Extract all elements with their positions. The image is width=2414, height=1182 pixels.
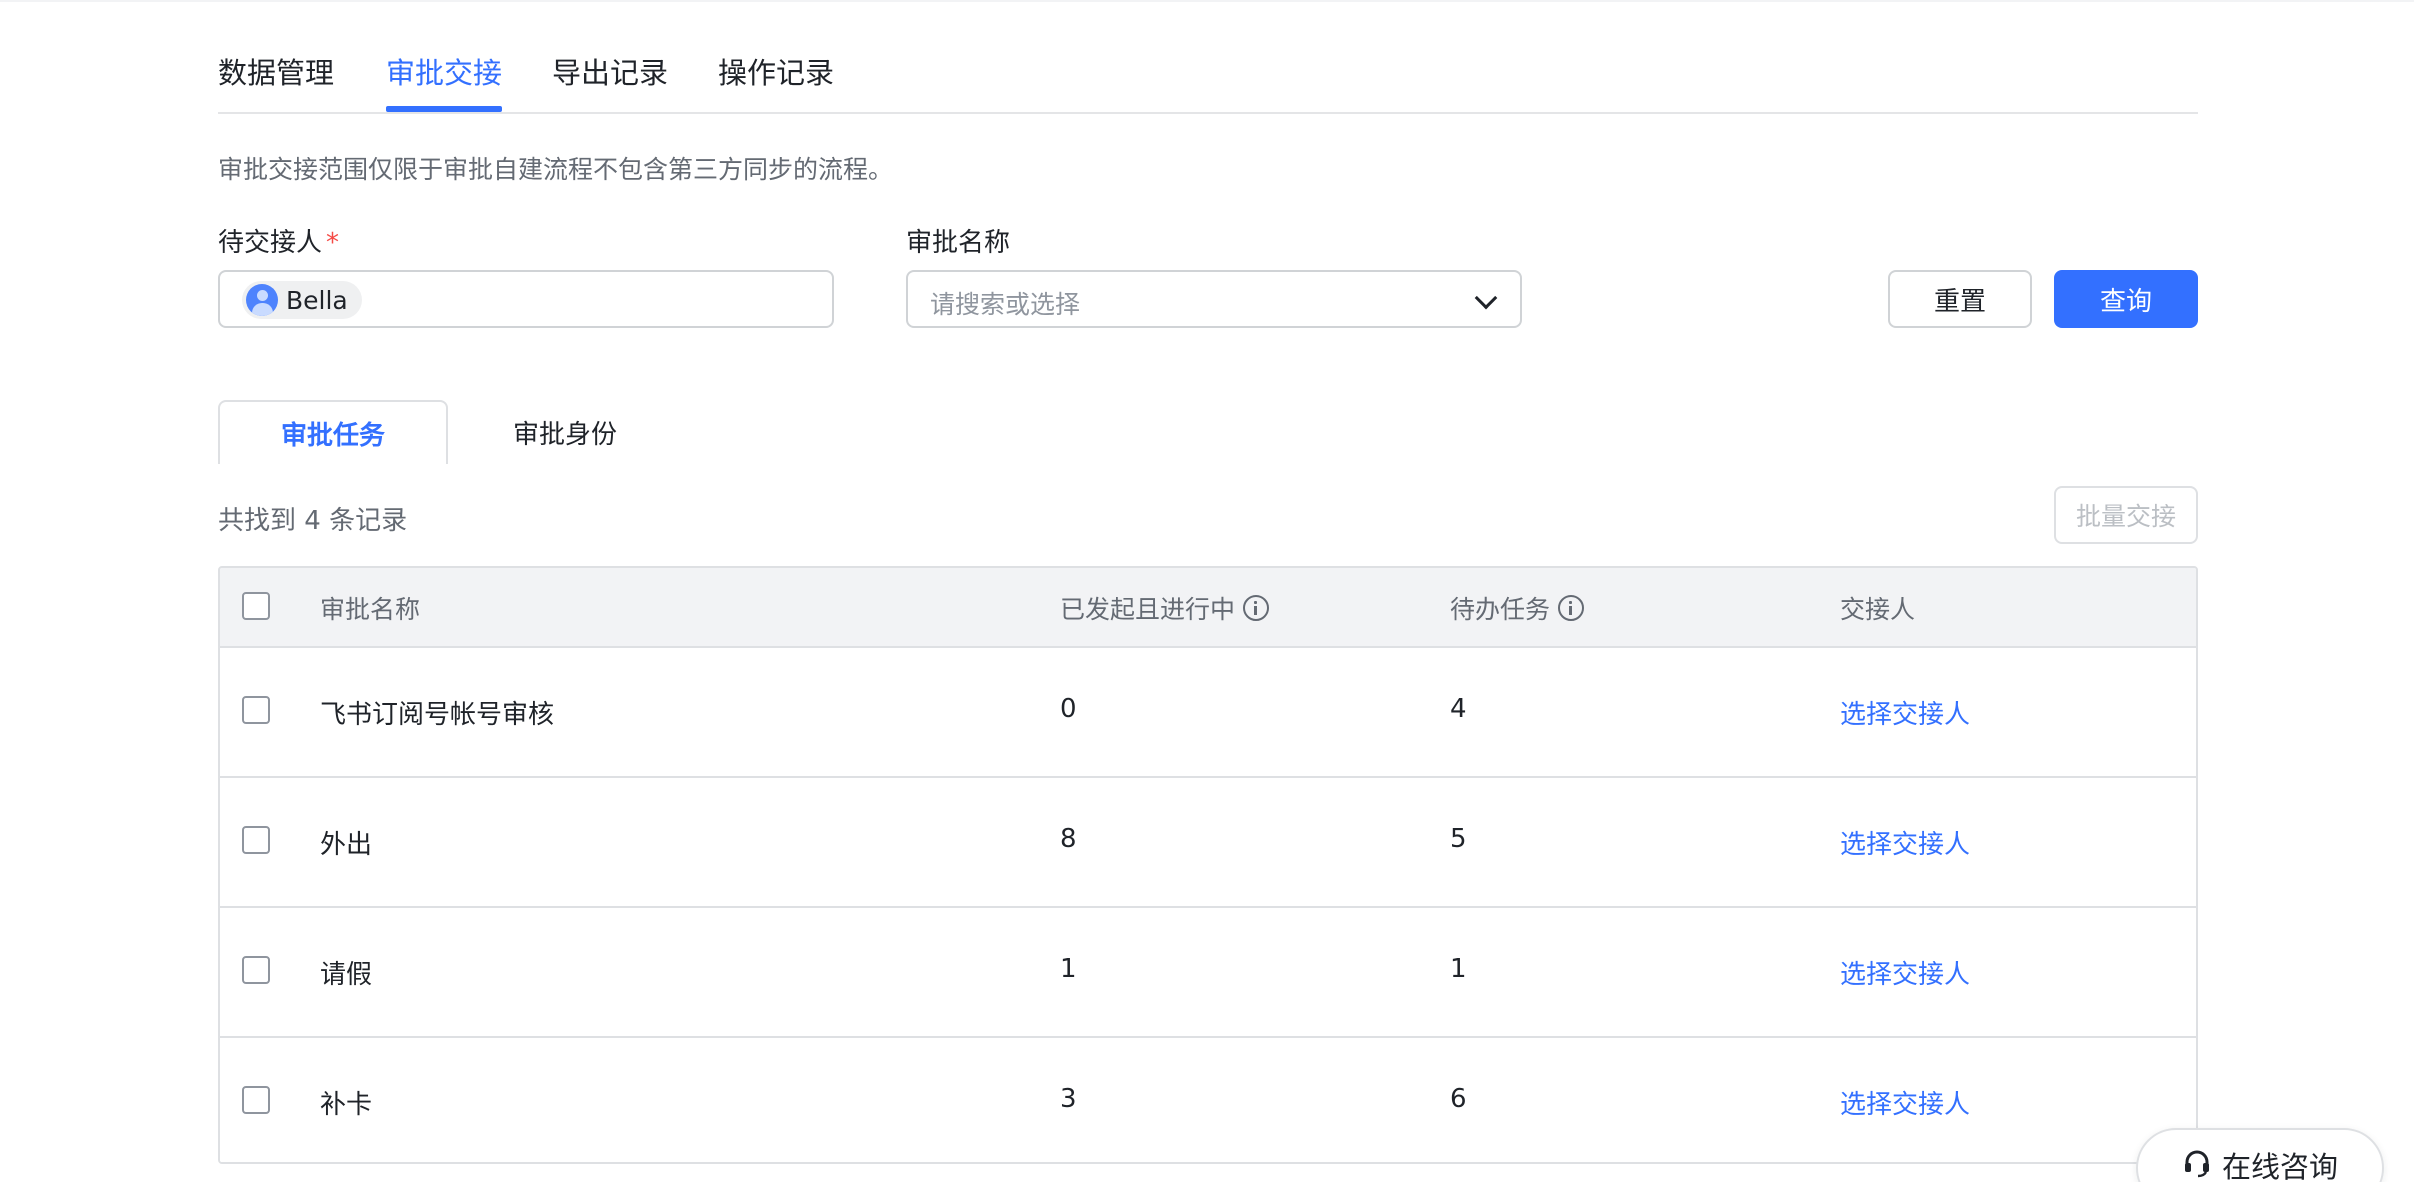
cell-approval-name: 请假 [320,960,373,990]
cell-in-progress: 0 [1060,694,1077,724]
user-chip[interactable]: Bella [242,281,362,319]
approval-table: 审批名称 已发起且进行中 待办任务 交接人 飞书订阅号帐号审核 0 4 选择交接… [218,566,2198,1164]
tab-approval-identity[interactable]: 审批身份 [470,400,660,464]
handover-from-label-text: 待交接人 [218,228,323,258]
column-in-progress: 已发起且进行中 [1060,590,1270,626]
headset-icon [2185,1150,2209,1178]
top-tab-bar: 数据管理 审批交接 导出记录 操作记录 [218,40,2198,114]
select-assignee-link[interactable]: 选择交接人 [1840,824,1970,861]
column-todo-tasks: 待办任务 [1450,590,1585,626]
cell-in-progress: 1 [1060,954,1077,984]
approval-name-label: 审批名称 [906,228,1011,258]
cell-approval-name: 补卡 [320,1090,373,1120]
cell-approval-name: 飞书订阅号帐号审核 [320,700,555,730]
approval-name-placeholder: 请搜索或选择 [930,290,1081,319]
table-row: 飞书订阅号帐号审核 0 4 选择交接人 [220,646,2196,776]
handover-scope-notice: 审批交接范围仅限于审批自建流程不包含第三方同步的流程。 [218,155,894,184]
select-assignee-link[interactable]: 选择交接人 [1840,1084,1970,1121]
user-chip-name: Bella [286,285,348,315]
required-mark: * [326,228,340,258]
approval-name-select[interactable]: 请搜索或选择 [906,270,1522,328]
handover-from-field[interactable]: Bella [218,270,834,328]
cell-todo: 6 [1450,1084,1467,1114]
cell-todo: 4 [1450,694,1467,724]
cell-in-progress: 8 [1060,824,1077,854]
row-checkbox[interactable] [242,1086,270,1114]
batch-handover-button[interactable]: 批量交接 [2054,486,2198,544]
online-consult-button[interactable]: 在线咨询 [2136,1128,2384,1182]
column-approval-name: 审批名称 [320,595,421,624]
reset-button[interactable]: 重置 [1888,270,2032,328]
column-assignee: 交接人 [1840,595,1916,624]
select-assignee-link[interactable]: 选择交接人 [1840,954,1970,991]
online-consult-label: 在线咨询 [2222,1150,2339,1182]
tab-operation-records[interactable]: 操作记录 [718,50,834,92]
tab-export-records[interactable]: 导出记录 [552,50,668,92]
tab-approval-tasks[interactable]: 审批任务 [218,400,448,464]
cell-todo: 1 [1450,954,1467,984]
table-row: 补卡 3 6 选择交接人 [220,1036,2196,1162]
row-checkbox[interactable] [242,826,270,854]
approval-handover-page: 数据管理 审批交接 导出记录 操作记录 审批交接范围仅限于审批自建流程不包含第三… [0,0,2414,1182]
info-icon[interactable] [1243,595,1270,621]
active-tab-indicator [386,106,502,112]
row-checkbox[interactable] [242,956,270,984]
tab-data-management[interactable]: 数据管理 [218,50,334,92]
cell-approval-name: 外出 [320,830,373,860]
cell-in-progress: 3 [1060,1084,1077,1114]
info-icon[interactable] [1558,595,1585,621]
select-assignee-link[interactable]: 选择交接人 [1840,694,1970,731]
cell-todo: 5 [1450,824,1467,854]
table-row: 请假 1 1 选择交接人 [220,906,2196,1036]
tab-approval-handover[interactable]: 审批交接 [386,50,502,92]
select-all-checkbox[interactable] [242,592,270,620]
table-row: 外出 8 5 选择交接人 [220,776,2196,906]
chevron-down-icon [1474,286,1498,310]
handover-from-label: 待交接人 * [218,222,339,259]
table-header: 审批名称 已发起且进行中 待办任务 交接人 [220,568,2196,646]
record-count: 共找到 4 条记录 [218,506,408,536]
row-checkbox[interactable] [242,696,270,724]
avatar [246,284,278,316]
top-divider [0,0,2414,2]
query-button[interactable]: 查询 [2054,270,2198,328]
